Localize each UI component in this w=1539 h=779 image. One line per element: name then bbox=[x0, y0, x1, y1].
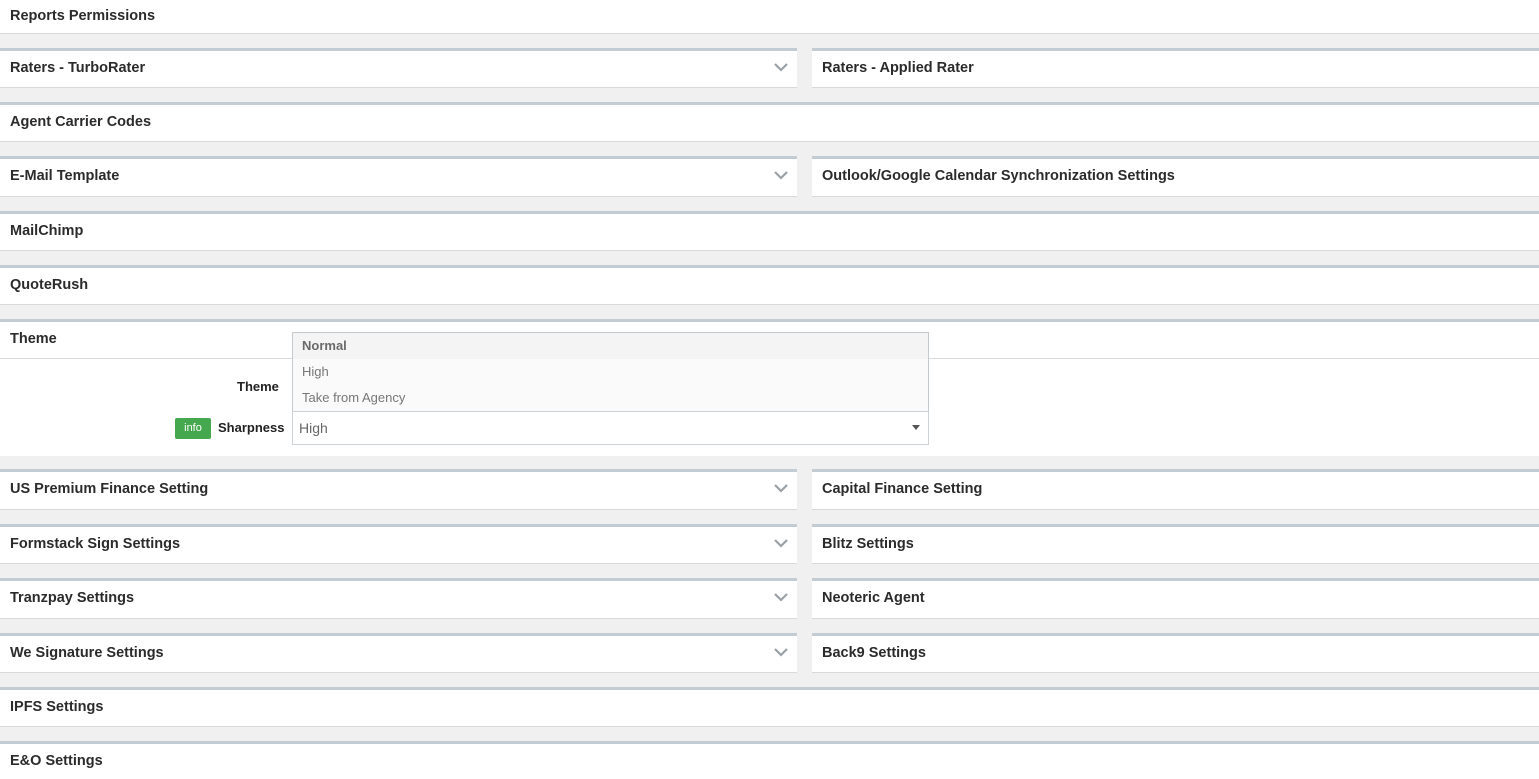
panel-title: E&O Settings bbox=[10, 753, 103, 769]
panel-tranzpay[interactable]: Tranzpay Settings bbox=[0, 578, 797, 619]
sharpness-select[interactable]: High bbox=[292, 411, 929, 445]
panel-title: MailChimp bbox=[10, 223, 84, 239]
panel-title: Tranzpay Settings bbox=[10, 590, 135, 606]
theme-dropdown-list: Normal High Take from Agency bbox=[292, 332, 929, 411]
panel-title: We Signature Settings bbox=[10, 645, 164, 661]
chevron-down-icon[interactable] bbox=[774, 62, 788, 72]
chevron-down-icon[interactable] bbox=[774, 592, 788, 602]
panel-title: QuoteRush bbox=[10, 277, 89, 293]
panel-raters-applied-rater[interactable]: Raters - Applied Rater bbox=[812, 48, 1539, 88]
panel-we-signature[interactable]: We Signature Settings bbox=[0, 633, 797, 673]
panel-email-template[interactable]: E-Mail Template bbox=[0, 156, 797, 197]
theme-label: Theme bbox=[237, 379, 279, 394]
chevron-down-icon[interactable] bbox=[774, 538, 788, 548]
panel-ipfs[interactable]: IPFS Settings bbox=[0, 687, 1539, 727]
panel-title: US Premium Finance Setting bbox=[10, 481, 209, 497]
panel-reports-permissions[interactable]: Reports Permissions bbox=[0, 0, 1539, 34]
info-badge[interactable]: info bbox=[175, 418, 211, 439]
panel-neoteric-agent[interactable]: Neoteric Agent bbox=[812, 578, 1539, 619]
panel-capital-finance[interactable]: Capital Finance Setting bbox=[812, 469, 1539, 510]
chevron-down-icon[interactable] bbox=[774, 483, 788, 493]
panel-title: Formstack Sign Settings bbox=[10, 536, 181, 552]
sharpness-label: Sharpness bbox=[218, 420, 285, 435]
panel-calendar-sync[interactable]: Outlook/Google Calendar Synchronization … bbox=[812, 156, 1539, 197]
panel-title: Theme bbox=[10, 331, 57, 347]
sharpness-value: High bbox=[299, 420, 328, 436]
panel-blitz[interactable]: Blitz Settings bbox=[812, 524, 1539, 564]
panel-title: Agent Carrier Codes bbox=[10, 114, 152, 130]
panel-title: E-Mail Template bbox=[10, 168, 120, 184]
panel-raters-turborater[interactable]: Raters - TurboRater bbox=[0, 48, 797, 88]
panel-eo[interactable]: E&O Settings bbox=[0, 741, 1539, 779]
panel-title: Raters - TurboRater bbox=[10, 60, 146, 76]
panel-title: Blitz Settings bbox=[822, 536, 914, 552]
panel-title: Neoteric Agent bbox=[822, 590, 925, 606]
panel-us-premium-finance[interactable]: US Premium Finance Setting bbox=[0, 469, 797, 510]
dropdown-option-take-from-agency[interactable]: Take from Agency bbox=[293, 385, 928, 411]
panel-agent-carrier-codes[interactable]: Agent Carrier Codes bbox=[0, 102, 1539, 142]
panel-quoterush[interactable]: QuoteRush bbox=[0, 265, 1539, 305]
dropdown-option-high[interactable]: High bbox=[293, 359, 928, 385]
panel-title: IPFS Settings bbox=[10, 699, 104, 715]
panel-mailchimp[interactable]: MailChimp bbox=[0, 211, 1539, 251]
panel-back9[interactable]: Back9 Settings bbox=[812, 633, 1539, 673]
panel-title: Outlook/Google Calendar Synchronization … bbox=[822, 168, 1175, 184]
panel-title: Capital Finance Setting bbox=[822, 481, 983, 497]
chevron-down-icon[interactable] bbox=[774, 170, 788, 180]
panel-formstack-sign[interactable]: Formstack Sign Settings bbox=[0, 524, 797, 564]
caret-down-icon bbox=[912, 425, 920, 430]
panel-title: Raters - Applied Rater bbox=[822, 60, 974, 76]
dropdown-option-normal[interactable]: Normal bbox=[293, 333, 928, 359]
panel-title: Reports Permissions bbox=[10, 8, 156, 24]
chevron-down-icon[interactable] bbox=[774, 647, 788, 657]
panel-title: Back9 Settings bbox=[822, 645, 926, 661]
